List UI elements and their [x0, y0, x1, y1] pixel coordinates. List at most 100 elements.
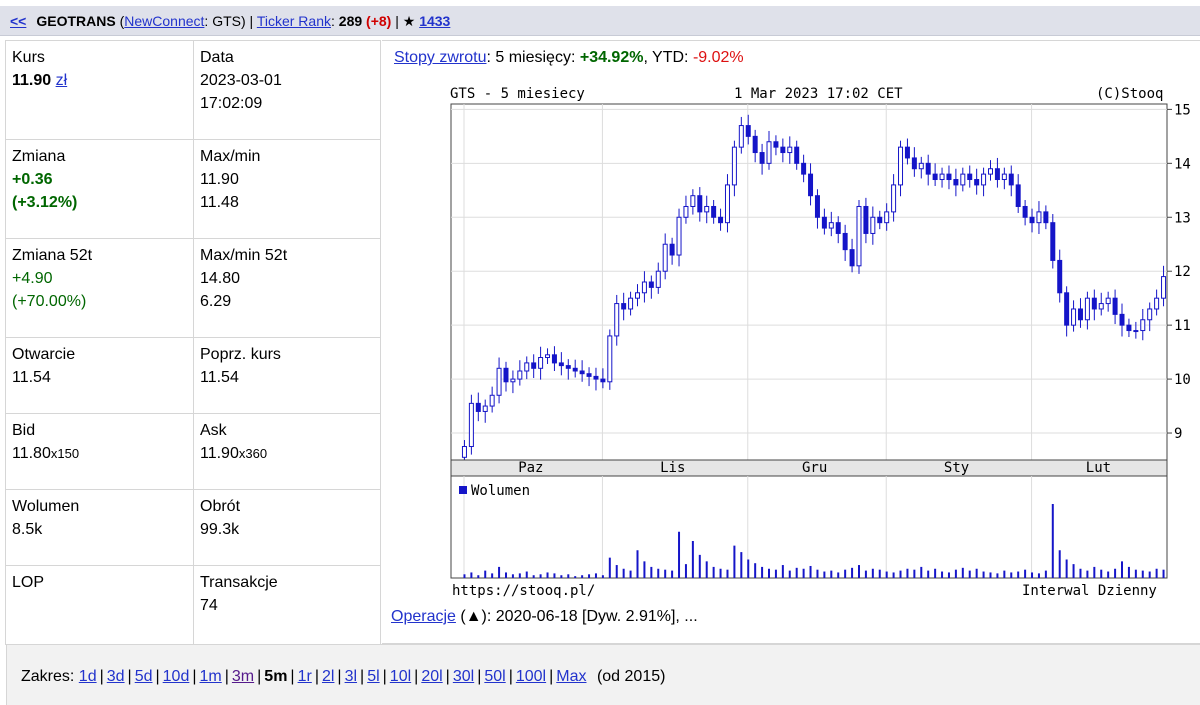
candle-body [565, 365, 571, 369]
candle-body [538, 357, 544, 369]
candle-body [911, 157, 917, 170]
candle-body [918, 162, 924, 170]
candle-body [884, 211, 890, 224]
range-separator: | [155, 668, 160, 685]
back-link[interactable]: << [10, 13, 26, 29]
candle-body [1133, 330, 1139, 333]
y-tick-label: 9 [1174, 426, 1182, 442]
candle-body [531, 362, 537, 369]
maxmin-label: Max/min [200, 148, 261, 165]
ask-label: Ask [200, 422, 227, 439]
candle-body [1119, 313, 1125, 326]
candle-body [794, 146, 800, 164]
range-3m[interactable]: 3m [232, 668, 254, 685]
candle-body [1147, 308, 1153, 321]
candle-body [724, 184, 730, 224]
candle-body [551, 354, 557, 364]
price-value: 11.90 [12, 72, 52, 89]
candle-body [635, 292, 640, 299]
range-3l[interactable]: 3l [345, 668, 357, 685]
range-5l[interactable]: 5l [367, 668, 379, 685]
candle-body [1098, 303, 1104, 310]
star-count-link[interactable]: 1433 [419, 13, 450, 29]
month-label: Sty [944, 460, 969, 476]
range-10d[interactable]: 10d [163, 668, 190, 685]
range-1d[interactable]: 1d [79, 668, 97, 685]
date-cell: Data 2023-03-01 17:02:09 [193, 40, 381, 140]
range-3d[interactable]: 3d [107, 668, 125, 685]
range-20l[interactable]: 20l [421, 668, 442, 685]
range-30l[interactable]: 30l [453, 668, 474, 685]
candle-body [863, 205, 869, 234]
returns-period-value: +34.92% [579, 49, 644, 66]
candle-body [1105, 297, 1111, 305]
range-2l[interactable]: 2l [322, 668, 334, 685]
candle-body [614, 303, 620, 337]
lop-label: LOP [12, 574, 45, 591]
candle-body [489, 394, 495, 407]
market-link[interactable]: NewConnect [124, 13, 204, 29]
change52-label: Zmiana 52t [12, 247, 93, 264]
candle-body [1001, 173, 1007, 181]
y-tick-label: 11 [1174, 318, 1191, 334]
candle-body [669, 243, 675, 256]
operations-link[interactable]: Operacje [391, 608, 456, 625]
returns-link[interactable]: Stopy zwrotu [394, 49, 486, 66]
range-bar: Zakres: 1d | 3d | 5d | 10d | 1m | 3m | 5m | 1r | 2l | 3l | 5… [6, 644, 1200, 705]
range-separator: | [127, 668, 132, 685]
month-label: Paz [518, 460, 543, 476]
operations-line: Operacje (▲): 2020-06-18 [Dyw. 2.91%], .… [391, 608, 698, 626]
candle-body [849, 249, 855, 267]
candle-body [1091, 297, 1097, 310]
max52-value: 14.80 [200, 270, 241, 287]
bid-value: 11.80 [12, 445, 51, 462]
currency-link[interactable]: zł [56, 72, 68, 89]
candle-body [773, 141, 779, 148]
month-label: Lis [660, 460, 685, 476]
star-icon: ★ [402, 13, 416, 29]
ytd-value: -9.02% [692, 49, 744, 66]
maxmin-cell: Max/min 11.90 11.48 [193, 139, 381, 239]
candle-body [690, 195, 696, 207]
range-Max[interactable]: Max [556, 668, 586, 685]
candle-body [842, 232, 848, 251]
quote-table: Kurs 11.90 zł Data 2023-03-01 17:02:09 Z… [5, 40, 381, 645]
candle-body [1057, 259, 1063, 294]
change-cell: Zmiana +0.36 (+3.12%) [5, 139, 194, 239]
range-50l[interactable]: 50l [484, 668, 505, 685]
range-label: Zakres: [21, 668, 79, 685]
candle-body [517, 370, 523, 380]
candle-body [1050, 222, 1056, 261]
ticker-rank-link[interactable]: Ticker Rank [257, 13, 331, 29]
range-10l[interactable]: 10l [390, 668, 411, 685]
turnover-cell: Obrót 99.3k [193, 489, 381, 566]
range-separator: | [192, 668, 197, 685]
candle-body [780, 146, 786, 154]
operations-arrow: (▲) [455, 608, 487, 625]
candle-body [932, 173, 938, 181]
candle-body [759, 152, 765, 164]
range-separator: | [257, 668, 262, 685]
candle-body [683, 205, 689, 218]
range-1r[interactable]: 1r [298, 668, 312, 685]
candle-body [482, 405, 488, 412]
range-5d[interactable]: 5d [135, 668, 153, 685]
transactions-label: Transakcje [200, 574, 278, 591]
volume-label: Wolumen [12, 498, 80, 515]
candle-body [731, 146, 737, 186]
range-100l[interactable]: 100l [516, 668, 546, 685]
range-selector: Zakres: 1d | 3d | 5d | 10d | 1m | 3m | 5m | 1r | 2l | 3l | 5… [21, 668, 665, 686]
operations-text: : 2020-06-18 [Dyw. 2.91%], ... [486, 608, 698, 625]
range-separator: | [99, 668, 104, 685]
price-chart[interactable]: GTS - 5 miesiecy 1 Mar 2023 17:02 CET (C… [386, 78, 1198, 600]
range-1m[interactable]: 1m [200, 668, 222, 685]
maxmin52-label: Max/min 52t [200, 247, 288, 264]
candle-body [787, 146, 793, 154]
candle-body [1022, 205, 1028, 218]
chart-title-left: GTS - 5 miesiecy [450, 86, 585, 102]
candle-body [586, 373, 592, 377]
candle-body [711, 205, 717, 218]
candle-body [593, 375, 599, 380]
prev-close-cell: Poprz. kurs 11.54 [193, 337, 381, 414]
chart-footer-interval: Interwal Dzienny [1022, 583, 1157, 599]
